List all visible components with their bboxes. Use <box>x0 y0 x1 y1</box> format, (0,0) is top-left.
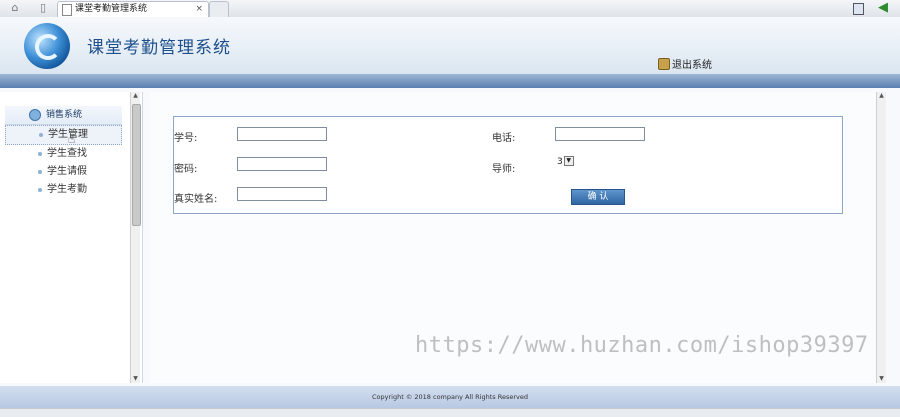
browser-tab[interactable]: 课堂考勤管理系统 × <box>57 1 209 17</box>
browser-tab-strip: ⌂ ▯ 课堂考勤管理系统 × ◀ <box>0 0 900 18</box>
advisor-label: 导师: <box>492 164 516 175</box>
student-form: 学号: 密码: 真实姓名: 电话: 导师: 3 ▼ 确 认 <box>173 116 843 214</box>
bullet-icon <box>38 152 42 156</box>
scroll-up-arrow-icon[interactable]: ▲ <box>877 92 886 100</box>
sidebar-item-label: 学生请假 <box>47 166 87 177</box>
scroll-down-arrow-icon[interactable]: ▼ <box>877 375 886 383</box>
sidebar-item-label: 学生查找 <box>47 148 87 159</box>
logout-button[interactable]: 退出系统 <box>658 56 712 71</box>
logout-label: 退出系统 <box>672 60 712 71</box>
chevron-down-icon[interactable]: ▼ <box>563 156 574 166</box>
sidebar-item-student-attendance[interactable]: 学生考勤 <box>5 181 122 199</box>
sidebar-item-student-search[interactable]: 学生查找 <box>5 145 122 163</box>
home-icon[interactable]: ⌂ <box>8 2 22 14</box>
advisor-select[interactable]: 3 ▼ <box>557 156 574 167</box>
bullet-icon <box>38 170 42 174</box>
bullet-icon <box>39 133 43 137</box>
scroll-up-arrow-icon[interactable]: ▲ <box>131 92 140 100</box>
back-arrow-icon[interactable]: ◀ <box>878 1 888 15</box>
app-header: 课堂考勤管理系统 退出系统 <box>0 17 900 74</box>
sidebar-item-label: 学生考勤 <box>47 184 87 195</box>
app-title: 课堂考勤管理系统 <box>87 38 231 58</box>
sidebar-section-title: 销售系统 <box>46 110 83 120</box>
real-name-input[interactable] <box>237 187 327 201</box>
copyright-text: Copyright © 2018 company All Rights Rese… <box>372 393 528 401</box>
student-id-label: 学号: <box>174 133 198 144</box>
browser-tab-title: 课堂考勤管理系统 <box>75 4 148 14</box>
page-settings-icon[interactable] <box>853 3 864 15</box>
sidebar: 销售系统 学生管理 学生查找 学生请假 学生考勤 ☝ ▲ ▼ <box>0 92 143 383</box>
sidebar-item-student-management[interactable]: 学生管理 <box>5 125 122 145</box>
bullet-icon <box>38 188 42 192</box>
advisor-selected-value: 3 <box>557 156 563 167</box>
watermark: https://www.huzhan.com/ishop39397 <box>415 333 869 358</box>
sidebar-menu: 销售系统 学生管理 学生查找 学生请假 学生考勤 <box>5 106 122 199</box>
sidebar-scrollbar[interactable]: ▲ ▼ <box>130 92 141 383</box>
sidebar-section-header[interactable]: 销售系统 <box>5 106 122 125</box>
footer: Copyright © 2018 company All Rights Rese… <box>0 386 900 408</box>
app-logo <box>24 23 70 69</box>
phone-label: 电话: <box>492 133 516 144</box>
password-label: 密码: <box>174 164 198 175</box>
close-tab-icon[interactable]: × <box>195 2 203 17</box>
sidebar-item-student-leave[interactable]: 学生请假 <box>5 163 122 181</box>
hand-cursor-icon: ☝ <box>68 132 76 146</box>
confirm-button[interactable]: 确 认 <box>571 189 625 205</box>
password-input[interactable] <box>237 157 327 171</box>
document-icon <box>62 4 72 16</box>
phone-input[interactable] <box>555 127 645 141</box>
student-id-input[interactable] <box>237 127 327 141</box>
new-tab-button[interactable] <box>209 1 229 17</box>
sidebar-scroll-thumb[interactable] <box>132 104 141 226</box>
header-band <box>0 74 900 88</box>
page-icon[interactable]: ▯ <box>36 2 50 14</box>
search-globe-icon <box>29 108 41 121</box>
main-scrollbar[interactable]: ▲ ▼ <box>876 92 886 383</box>
logout-icon <box>658 57 670 70</box>
real-name-label: 真实姓名: <box>174 194 218 205</box>
scroll-down-arrow-icon[interactable]: ▼ <box>131 375 140 383</box>
